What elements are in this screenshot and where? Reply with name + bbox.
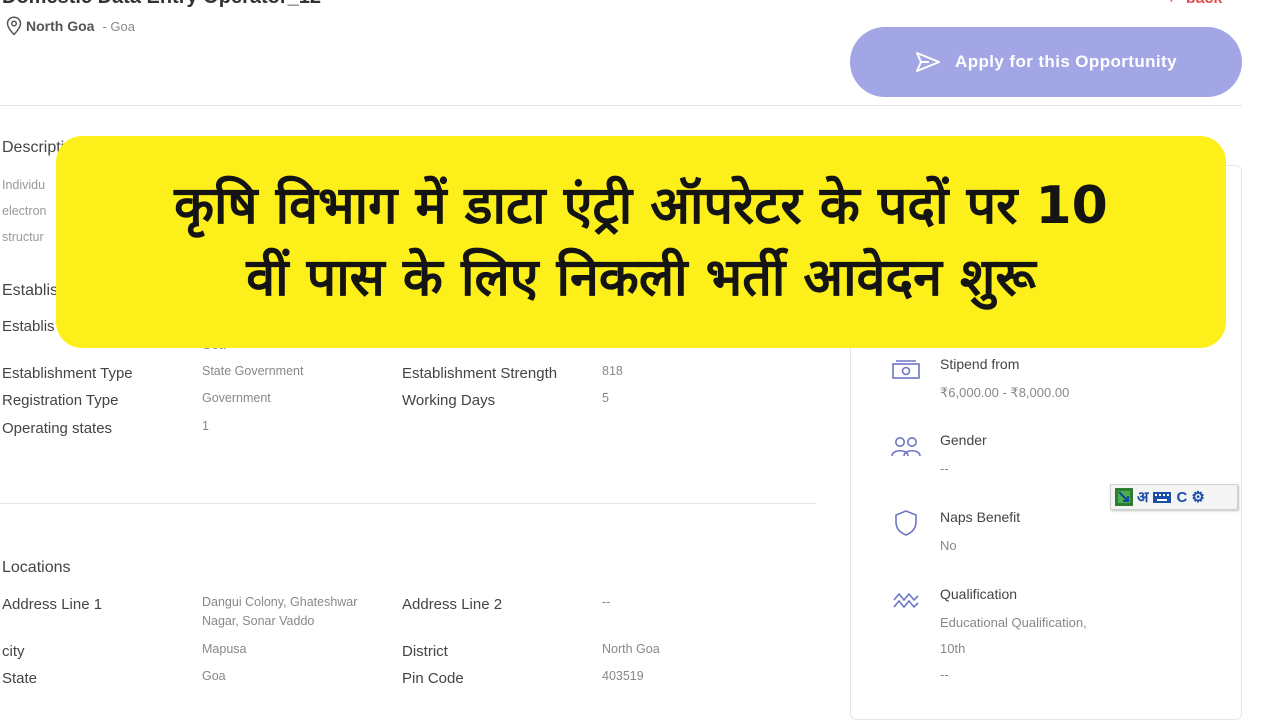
- district-value: North Goa: [602, 642, 660, 656]
- apply-button-label: Apply for this Opportunity: [955, 52, 1177, 71]
- section-divider: [0, 503, 816, 504]
- qualification-value-3: --: [940, 667, 949, 682]
- working-days-value: 5: [602, 391, 609, 405]
- arrow-left-icon: ⇽: [1168, 0, 1181, 7]
- users-icon: [890, 432, 922, 460]
- headline-banner: कृषि विभाग में डाटा एंट्री ऑपरेटर के पदो…: [56, 136, 1226, 348]
- money-icon: [890, 356, 922, 384]
- page-title: Domestic Data Entry Operator_12: [2, 0, 321, 9]
- operating-states-label: Operating states: [2, 420, 113, 437]
- back-link[interactable]: ⇽ back: [1168, 0, 1222, 8]
- qualification-title: Qualification: [940, 586, 1018, 602]
- location-state: - Goa: [102, 18, 135, 34]
- headline-line-2: वीं पास के लिए निकली भर्ती आवेदन शुरू: [246, 248, 1036, 308]
- qualification-wave-icon: [890, 586, 922, 614]
- naps-benefit-title: Naps Benefit: [940, 509, 1021, 525]
- registration-type-label: Registration Type: [2, 392, 119, 409]
- description-line-2: electron: [2, 204, 47, 218]
- apply-button[interactable]: Apply for this Opportunity: [850, 27, 1242, 97]
- qualification-value-2: 10th: [940, 641, 966, 656]
- city-label: city: [2, 643, 25, 660]
- input-tools-toolbar[interactable]: अ C ⚙: [1110, 484, 1238, 510]
- send-icon: [916, 52, 941, 72]
- state-label: State: [2, 670, 38, 687]
- keyboard-icon[interactable]: [1152, 490, 1172, 504]
- address-line1-value: Dangui Colony, Ghateshwar Nagar, Sonar V…: [202, 595, 358, 628]
- description-title: Descripti: [2, 139, 65, 156]
- gender-item: Gender --: [890, 432, 987, 482]
- back-label: back: [1186, 0, 1222, 7]
- gear-icon[interactable]: ⚙: [1191, 488, 1204, 506]
- naps-benefit-value: No: [940, 538, 957, 553]
- address-line2-label: Address Line 2: [402, 596, 503, 613]
- establishment-type-value: State Government: [202, 364, 304, 378]
- stipend-value: ₹6,000.00 - ₹8,000.00: [940, 385, 1070, 400]
- establishment-strength-label: Establishment Strength: [402, 365, 558, 382]
- establishment-type-label: Establishment Type: [2, 365, 133, 382]
- qualification-item: Qualification Educational Qualification,…: [890, 586, 1087, 688]
- map-pin-icon: [6, 16, 22, 36]
- stipend-title: Stipend from: [940, 356, 1020, 372]
- shield-icon: [890, 509, 922, 537]
- address-line2-value: --: [602, 595, 611, 609]
- naps-benefit-item: Naps Benefit No: [890, 509, 1020, 559]
- registration-type-value: Government: [202, 391, 271, 405]
- address-line1-label: Address Line 1: [2, 596, 103, 613]
- pin-code-value: 403519: [602, 669, 644, 683]
- location-district: North Goa: [26, 18, 95, 34]
- hindi-input-toggle[interactable]: अ: [1137, 487, 1148, 507]
- headline-line-1: कृषि विभाग में डाटा एंट्री ऑपरेटर के पदो…: [174, 176, 1108, 236]
- gender-value: --: [940, 461, 949, 476]
- working-days-label: Working Days: [402, 392, 496, 409]
- gender-title: Gender: [940, 432, 987, 448]
- header-divider: [0, 105, 1242, 106]
- establishment-strength-value: 818: [602, 364, 623, 378]
- qualification-value-1: Educational Qualification,: [940, 615, 1087, 630]
- c-toggle[interactable]: C: [1176, 489, 1187, 506]
- district-label: District: [402, 643, 448, 660]
- locations-title: Locations: [2, 559, 71, 576]
- pin-code-label: Pin Code: [402, 670, 464, 687]
- establishment-name-label: Establis: [2, 318, 55, 335]
- state-value: Goa: [202, 669, 226, 683]
- stipend-item: Stipend from ₹6,000.00 - ₹8,000.00: [890, 356, 1069, 406]
- location-row: North Goa - Goa: [6, 16, 135, 36]
- description-line-3: structur: [2, 230, 44, 244]
- establishment-title: Establis: [2, 282, 59, 299]
- description-line-1: Individu: [2, 178, 46, 192]
- input-tools-logo-icon[interactable]: [1115, 488, 1133, 506]
- city-value: Mapusa: [202, 642, 247, 656]
- operating-states-value: 1: [202, 419, 209, 433]
